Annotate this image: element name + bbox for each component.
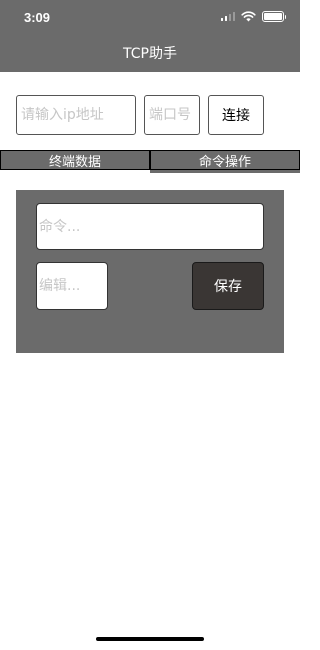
tab-selected-indicator	[150, 170, 300, 173]
tab-command-operation-label: 命令操作	[198, 154, 251, 170]
port-input[interactable]	[149, 96, 199, 134]
battery-icon	[262, 11, 286, 22]
tab-terminal-data-label: 终端数据	[48, 154, 101, 170]
save-button[interactable]: 保存	[192, 262, 264, 310]
home-indicator[interactable]	[96, 637, 204, 641]
edit-field[interactable]	[36, 262, 108, 310]
tab-terminal-data[interactable]: 终端数据	[0, 150, 150, 170]
ip-address-input[interactable]	[21, 96, 135, 134]
navigation-header: 3:09 TCP助手	[0, 0, 300, 72]
tab-command-operation[interactable]: 命令操作	[150, 150, 300, 170]
page-title: TCP助手	[123, 46, 177, 62]
edit-input[interactable]	[37, 263, 107, 309]
cellular-signal-icon	[220, 12, 235, 21]
command-field[interactable]	[36, 203, 264, 250]
status-time: 3:09	[24, 10, 51, 25]
port-field[interactable]	[144, 95, 200, 135]
status-indicators	[220, 11, 286, 22]
command-panel: 保存	[16, 190, 284, 353]
ip-address-field[interactable]	[16, 95, 136, 135]
connect-button[interactable]: 连接	[208, 95, 264, 135]
command-input[interactable]	[37, 204, 263, 249]
wifi-icon	[241, 11, 256, 22]
